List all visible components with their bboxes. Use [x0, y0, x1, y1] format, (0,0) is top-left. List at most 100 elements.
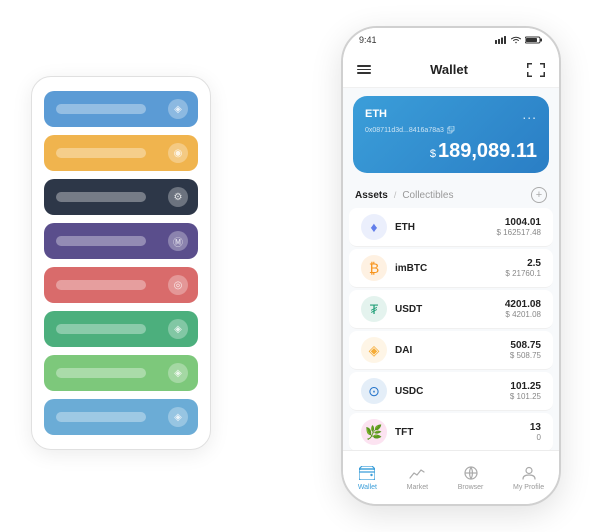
card-icon-5: ◎: [168, 275, 188, 295]
card-icon-6: ◈: [168, 319, 188, 339]
scene: ◈ ◉ ⚙ Ⓜ ◎ ◈ ◈ ◈: [21, 16, 581, 516]
eth-card[interactable]: ETH ... 0x08711d3d...8416a78a3 $189,089.…: [353, 96, 549, 173]
card-item-6[interactable]: ◈: [44, 311, 198, 347]
card-stack: ◈ ◉ ⚙ Ⓜ ◎ ◈ ◈ ◈: [31, 76, 211, 450]
asset-amount-usd: $ 101.25: [510, 392, 541, 401]
asset-amounts-dai: 508.75 $ 508.75: [510, 340, 541, 360]
asset-amount-main: 2.5: [505, 258, 541, 269]
card-icon-7: ◈: [168, 363, 188, 383]
asset-item[interactable]: ⊙ USDC 101.25 $ 101.25: [349, 372, 553, 411]
asset-item[interactable]: ₮ USDT 4201.08 $ 4201.08: [349, 290, 553, 329]
eth-card-address: 0x08711d3d...8416a78a3: [365, 126, 537, 134]
battery-icon: [525, 36, 543, 44]
card-label-3: [56, 192, 146, 202]
phone-title: Wallet: [430, 62, 468, 77]
nav-item-browser[interactable]: Browser: [458, 464, 484, 491]
status-icons: [495, 36, 543, 44]
asset-list: ♦ ETH 1004.01 $ 162517.48 ₿ imBTC 2.5 $ …: [343, 207, 559, 450]
asset-amount-usd: $ 162517.48: [497, 228, 542, 237]
card-label-4: [56, 236, 146, 246]
card-label-6: [56, 324, 146, 334]
asset-name-eth: ETH: [395, 222, 497, 233]
asset-amount-usd: $ 21760.1: [505, 269, 541, 278]
nav-label-wallet: Wallet: [358, 484, 377, 491]
asset-amount-usd: 0: [530, 433, 541, 442]
card-item-4[interactable]: Ⓜ: [44, 223, 198, 259]
asset-amount-main: 13: [530, 422, 541, 433]
nav-label-browser: Browser: [458, 484, 484, 491]
asset-amount-main: 1004.01: [497, 217, 542, 228]
tab-collectibles[interactable]: Collectibles: [402, 190, 453, 201]
phone-frame: 9:41: [341, 26, 561, 506]
card-icon-4: Ⓜ: [168, 231, 188, 251]
nav-item-my-profile[interactable]: My Profile: [513, 464, 544, 491]
asset-name-dai: DAI: [395, 345, 510, 356]
asset-amount-usd: $ 508.75: [510, 351, 541, 360]
assets-header: Assets / Collectibles +: [343, 181, 559, 207]
signal-icon: [495, 36, 507, 44]
wifi-icon: [510, 36, 522, 44]
card-item-5[interactable]: ◎: [44, 267, 198, 303]
asset-icon-dai: ◈: [361, 337, 387, 363]
asset-name-usdt: USDT: [395, 304, 505, 315]
card-item-2[interactable]: ◉: [44, 135, 198, 171]
asset-icon-tft: 🌿: [361, 419, 387, 445]
add-asset-button[interactable]: +: [531, 187, 547, 203]
nav-label-my profile: My Profile: [513, 484, 544, 491]
tab-divider: /: [394, 190, 397, 200]
asset-amounts-usdt: 4201.08 $ 4201.08: [505, 299, 541, 319]
asset-item[interactable]: 🌿 TFT 13 0: [349, 413, 553, 450]
nav-icon-market: [408, 464, 426, 482]
asset-amounts-usdc: 101.25 $ 101.25: [510, 381, 541, 401]
card-item-8[interactable]: ◈: [44, 399, 198, 435]
asset-name-imbtc: imBTC: [395, 263, 505, 274]
asset-amounts-imbtc: 2.5 $ 21760.1: [505, 258, 541, 278]
card-item-7[interactable]: ◈: [44, 355, 198, 391]
asset-name-tft: TFT: [395, 427, 530, 438]
card-label-8: [56, 412, 146, 422]
eth-card-header: ETH ...: [365, 106, 537, 122]
asset-amounts-tft: 13 0: [530, 422, 541, 442]
assets-tabs: Assets / Collectibles: [355, 190, 453, 201]
card-icon-2: ◉: [168, 143, 188, 163]
nav-item-market[interactable]: Market: [407, 464, 428, 491]
card-icon-1: ◈: [168, 99, 188, 119]
tab-assets[interactable]: Assets: [355, 190, 388, 201]
nav-icon-my profile: [520, 464, 538, 482]
phone-content: ETH ... 0x08711d3d...8416a78a3 $189,089.…: [343, 88, 559, 450]
card-item-3[interactable]: ⚙: [44, 179, 198, 215]
nav-item-wallet[interactable]: Wallet: [358, 464, 377, 491]
asset-icon-usdc: ⊙: [361, 378, 387, 404]
asset-icon-eth: ♦: [361, 214, 387, 240]
eth-card-balance: $189,089.11: [365, 140, 537, 163]
card-icon-8: ◈: [168, 407, 188, 427]
asset-item[interactable]: ◈ DAI 508.75 $ 508.75: [349, 331, 553, 370]
copy-icon[interactable]: [447, 126, 455, 134]
asset-amount-main: 508.75: [510, 340, 541, 351]
status-time: 9:41: [359, 35, 377, 45]
asset-item[interactable]: ♦ ETH 1004.01 $ 162517.48: [349, 208, 553, 247]
card-label-1: [56, 104, 146, 114]
card-label-5: [56, 280, 146, 290]
eth-card-name: ETH: [365, 108, 387, 120]
asset-amount-usd: $ 4201.08: [505, 310, 541, 319]
asset-item[interactable]: ₿ imBTC 2.5 $ 21760.1: [349, 249, 553, 288]
phone-header: Wallet: [343, 52, 559, 88]
card-label-2: [56, 148, 146, 158]
status-bar: 9:41: [343, 28, 559, 52]
card-item-1[interactable]: ◈: [44, 91, 198, 127]
card-label-7: [56, 368, 146, 378]
asset-icon-usdt: ₮: [361, 296, 387, 322]
nav-icon-browser: [462, 464, 480, 482]
nav-icon-wallet: [358, 464, 376, 482]
nav-label-market: Market: [407, 484, 428, 491]
eth-card-menu[interactable]: ...: [522, 106, 537, 122]
expand-icon[interactable]: [527, 63, 545, 77]
asset-amount-main: 101.25: [510, 381, 541, 392]
hamburger-icon[interactable]: [357, 65, 371, 74]
card-icon-3: ⚙: [168, 187, 188, 207]
asset-amounts-eth: 1004.01 $ 162517.48: [497, 217, 542, 237]
bottom-nav: Wallet Market Browser My Profile: [343, 450, 559, 504]
asset-name-usdc: USDC: [395, 386, 510, 397]
asset-amount-main: 4201.08: [505, 299, 541, 310]
